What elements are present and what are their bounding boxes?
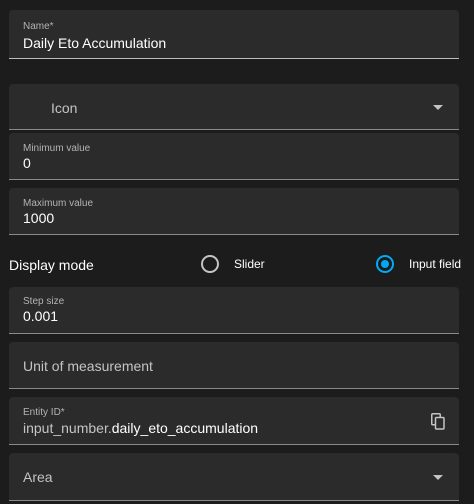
minimum-label: Minimum value <box>23 143 91 154</box>
area-placeholder: Area <box>23 469 53 485</box>
area-picker[interactable]: Area <box>9 453 459 501</box>
name-label: Name* <box>23 21 54 32</box>
entity-id-suffix[interactable]: daily_eto_accumulation <box>112 420 258 436</box>
minimum-value[interactable]: 0 <box>23 155 31 171</box>
copy-icon[interactable] <box>431 413 445 435</box>
name-value[interactable]: Daily Eto Accumulation <box>23 35 166 51</box>
display-mode-row: Display mode Slider Input field <box>9 249 465 279</box>
slider-radio[interactable] <box>201 255 219 273</box>
display-mode-label: Display mode <box>9 257 94 273</box>
chevron-down-icon[interactable] <box>433 475 443 480</box>
input-field-radio-label[interactable]: Input field <box>409 257 461 271</box>
icon-placeholder: Icon <box>51 100 78 116</box>
unit-of-measurement-field[interactable]: Unit of measurement <box>9 342 459 389</box>
entity-id-label: Entity ID* <box>23 407 65 418</box>
slider-radio-label[interactable]: Slider <box>234 257 265 271</box>
step-size-label: Step size <box>23 296 65 307</box>
step-size-field[interactable]: Step size 0.001 <box>9 287 459 334</box>
entity-id-value[interactable]: input_number.daily_eto_accumulation <box>23 420 258 436</box>
chevron-down-icon[interactable] <box>433 105 443 110</box>
maximum-value[interactable]: 1000 <box>23 210 54 226</box>
minimum-value-field[interactable]: Minimum value 0 <box>9 133 459 180</box>
step-size-value[interactable]: 0.001 <box>23 308 58 324</box>
input-field-radio[interactable] <box>376 255 394 273</box>
entity-id-field[interactable]: Entity ID* input_number.daily_eto_accumu… <box>9 397 459 445</box>
unit-placeholder: Unit of measurement <box>23 358 153 374</box>
maximum-value-field[interactable]: Maximum value 1000 <box>9 188 459 235</box>
name-field[interactable]: Name* Daily Eto Accumulation <box>9 10 459 59</box>
icon-picker[interactable]: Icon <box>9 84 459 130</box>
maximum-label: Maximum value <box>23 198 94 209</box>
entity-id-prefix: input_number. <box>23 420 112 436</box>
